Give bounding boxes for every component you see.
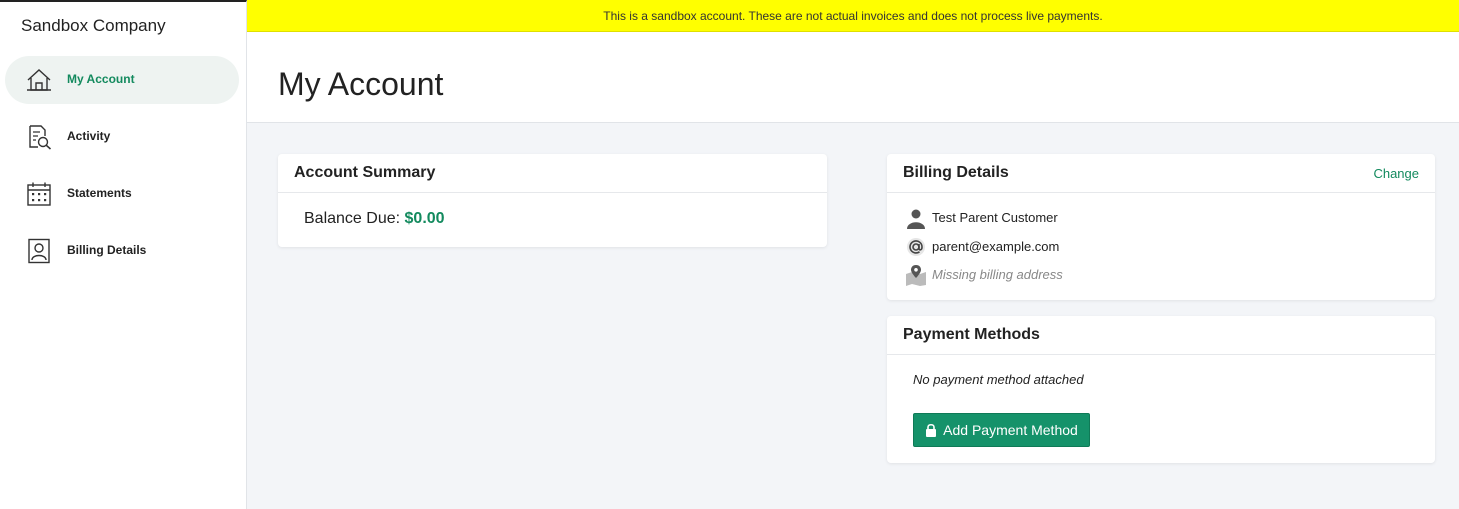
card-header: Billing Details Change <box>887 154 1435 193</box>
home-icon <box>27 69 51 91</box>
company-name: Sandbox Company <box>21 16 166 35</box>
sidebar-item-activity[interactable]: Activity <box>5 113 239 161</box>
map-pin-icon <box>906 265 926 286</box>
sidebar-item-label: My Account <box>67 72 135 86</box>
billing-details-title: Billing Details <box>903 164 1009 181</box>
account-summary-title: Account Summary <box>294 164 436 181</box>
change-billing-link[interactable]: Change <box>1373 166 1419 181</box>
sidebar-item-label: Activity <box>67 129 111 143</box>
lock-icon <box>926 423 937 437</box>
payment-methods-card: Payment Methods No payment method attach… <box>887 316 1435 463</box>
card-header: Payment Methods <box>887 316 1435 355</box>
user-badge-icon <box>28 238 50 264</box>
sidebar-item-label: Statements <box>67 186 132 200</box>
card-header: Account Summary <box>278 154 827 193</box>
billing-email-row: parent@example.com <box>905 236 1405 256</box>
sidebar-item-label: Billing Details <box>67 243 147 257</box>
sandbox-banner: This is a sandbox account. These are not… <box>247 0 1459 32</box>
document-search-icon <box>29 125 52 150</box>
sidebar-item-statements[interactable]: Statements <box>5 170 239 218</box>
sandbox-banner-text: This is a sandbox account. These are not… <box>603 8 1103 23</box>
sidebar-item-my-account[interactable]: My Account <box>5 56 239 104</box>
billing-email: parent@example.com <box>932 239 1060 254</box>
calendar-icon <box>27 182 51 206</box>
at-sign-icon <box>907 238 925 256</box>
page-title: My Account <box>278 66 444 102</box>
billing-details-card: Billing Details Change Test Parent Custo… <box>887 154 1435 300</box>
billing-address: Missing billing address <box>932 267 1063 282</box>
no-payment-method-text: No payment method attached <box>913 372 1084 387</box>
balance-due: Balance Due: $0.00 <box>304 210 445 228</box>
person-icon <box>907 209 925 229</box>
sidebar-item-billing-details[interactable]: Billing Details <box>5 227 239 275</box>
balance-label: Balance Due: <box>304 210 401 227</box>
page-header: My Account <box>247 32 1459 123</box>
add-payment-method-button[interactable]: Add Payment Method <box>913 413 1090 447</box>
billing-address-row: Missing billing address <box>905 264 1405 286</box>
billing-name: Test Parent Customer <box>932 210 1058 225</box>
balance-value: $0.00 <box>404 210 445 227</box>
add-payment-method-label: Add Payment Method <box>943 422 1078 438</box>
billing-name-row: Test Parent Customer <box>905 207 1405 229</box>
payment-methods-title: Payment Methods <box>903 326 1040 343</box>
account-summary-card: Account Summary Balance Due: $0.00 <box>278 154 827 247</box>
sidebar: Sandbox Company My Account Activity Stat… <box>0 0 247 509</box>
